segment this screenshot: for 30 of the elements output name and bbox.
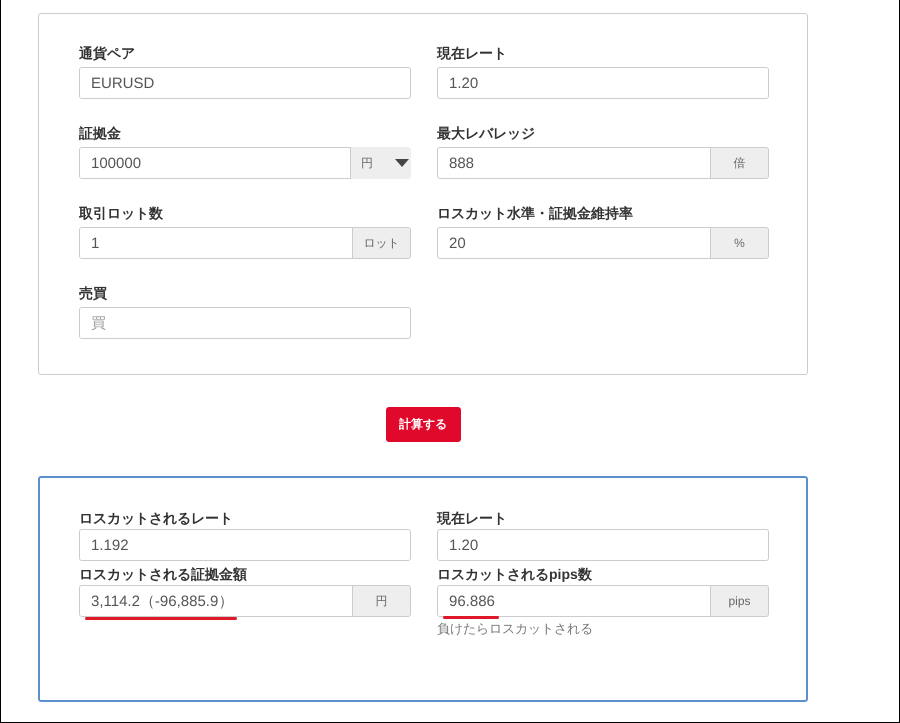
input-field[interactable]: 20: [437, 227, 711, 259]
field-label: 現在レート: [437, 44, 508, 62]
input-field[interactable]: EURUSD: [79, 67, 411, 99]
field-label: 売買: [79, 284, 108, 302]
input-field[interactable]: 1: [79, 227, 353, 259]
unit-addon: pips: [711, 585, 769, 617]
field-label: ロスカットされるレート: [79, 509, 234, 527]
field-label: ロスカットされる証拠金額: [79, 565, 248, 583]
field-label: 最大レバレッジ: [437, 124, 536, 142]
output-field: 1.192: [79, 529, 411, 561]
unit-addon: 倍: [711, 147, 769, 179]
field-label: ロスカットされるpips数: [437, 565, 593, 583]
unit-addon: 円: [353, 585, 411, 617]
unit-select[interactable]: 円: [351, 147, 411, 179]
output-field: 96.886: [437, 585, 711, 617]
input-field[interactable]: 100000: [79, 147, 351, 179]
output-field: 1.20: [437, 529, 769, 561]
input-field[interactable]: 888: [437, 147, 711, 179]
field-label: 通貨ペア: [79, 44, 136, 62]
help-text: 負けたらロスカットされる: [437, 620, 594, 638]
unit-addon: ロット: [353, 227, 411, 259]
field-label: 取引ロット数: [79, 204, 164, 222]
caret-icon: [395, 159, 409, 167]
field-label: 証拠金: [79, 124, 122, 142]
unit-addon: %: [711, 227, 769, 259]
input-field[interactable]: 1.20: [437, 67, 769, 99]
field-label: 現在レート: [437, 509, 508, 527]
output-field: 3,114.2（-96,885.9）: [79, 585, 353, 617]
calculate-button[interactable]: 計算する: [386, 407, 460, 442]
field-label: ロスカット水準・証拠金維持率: [437, 204, 634, 222]
